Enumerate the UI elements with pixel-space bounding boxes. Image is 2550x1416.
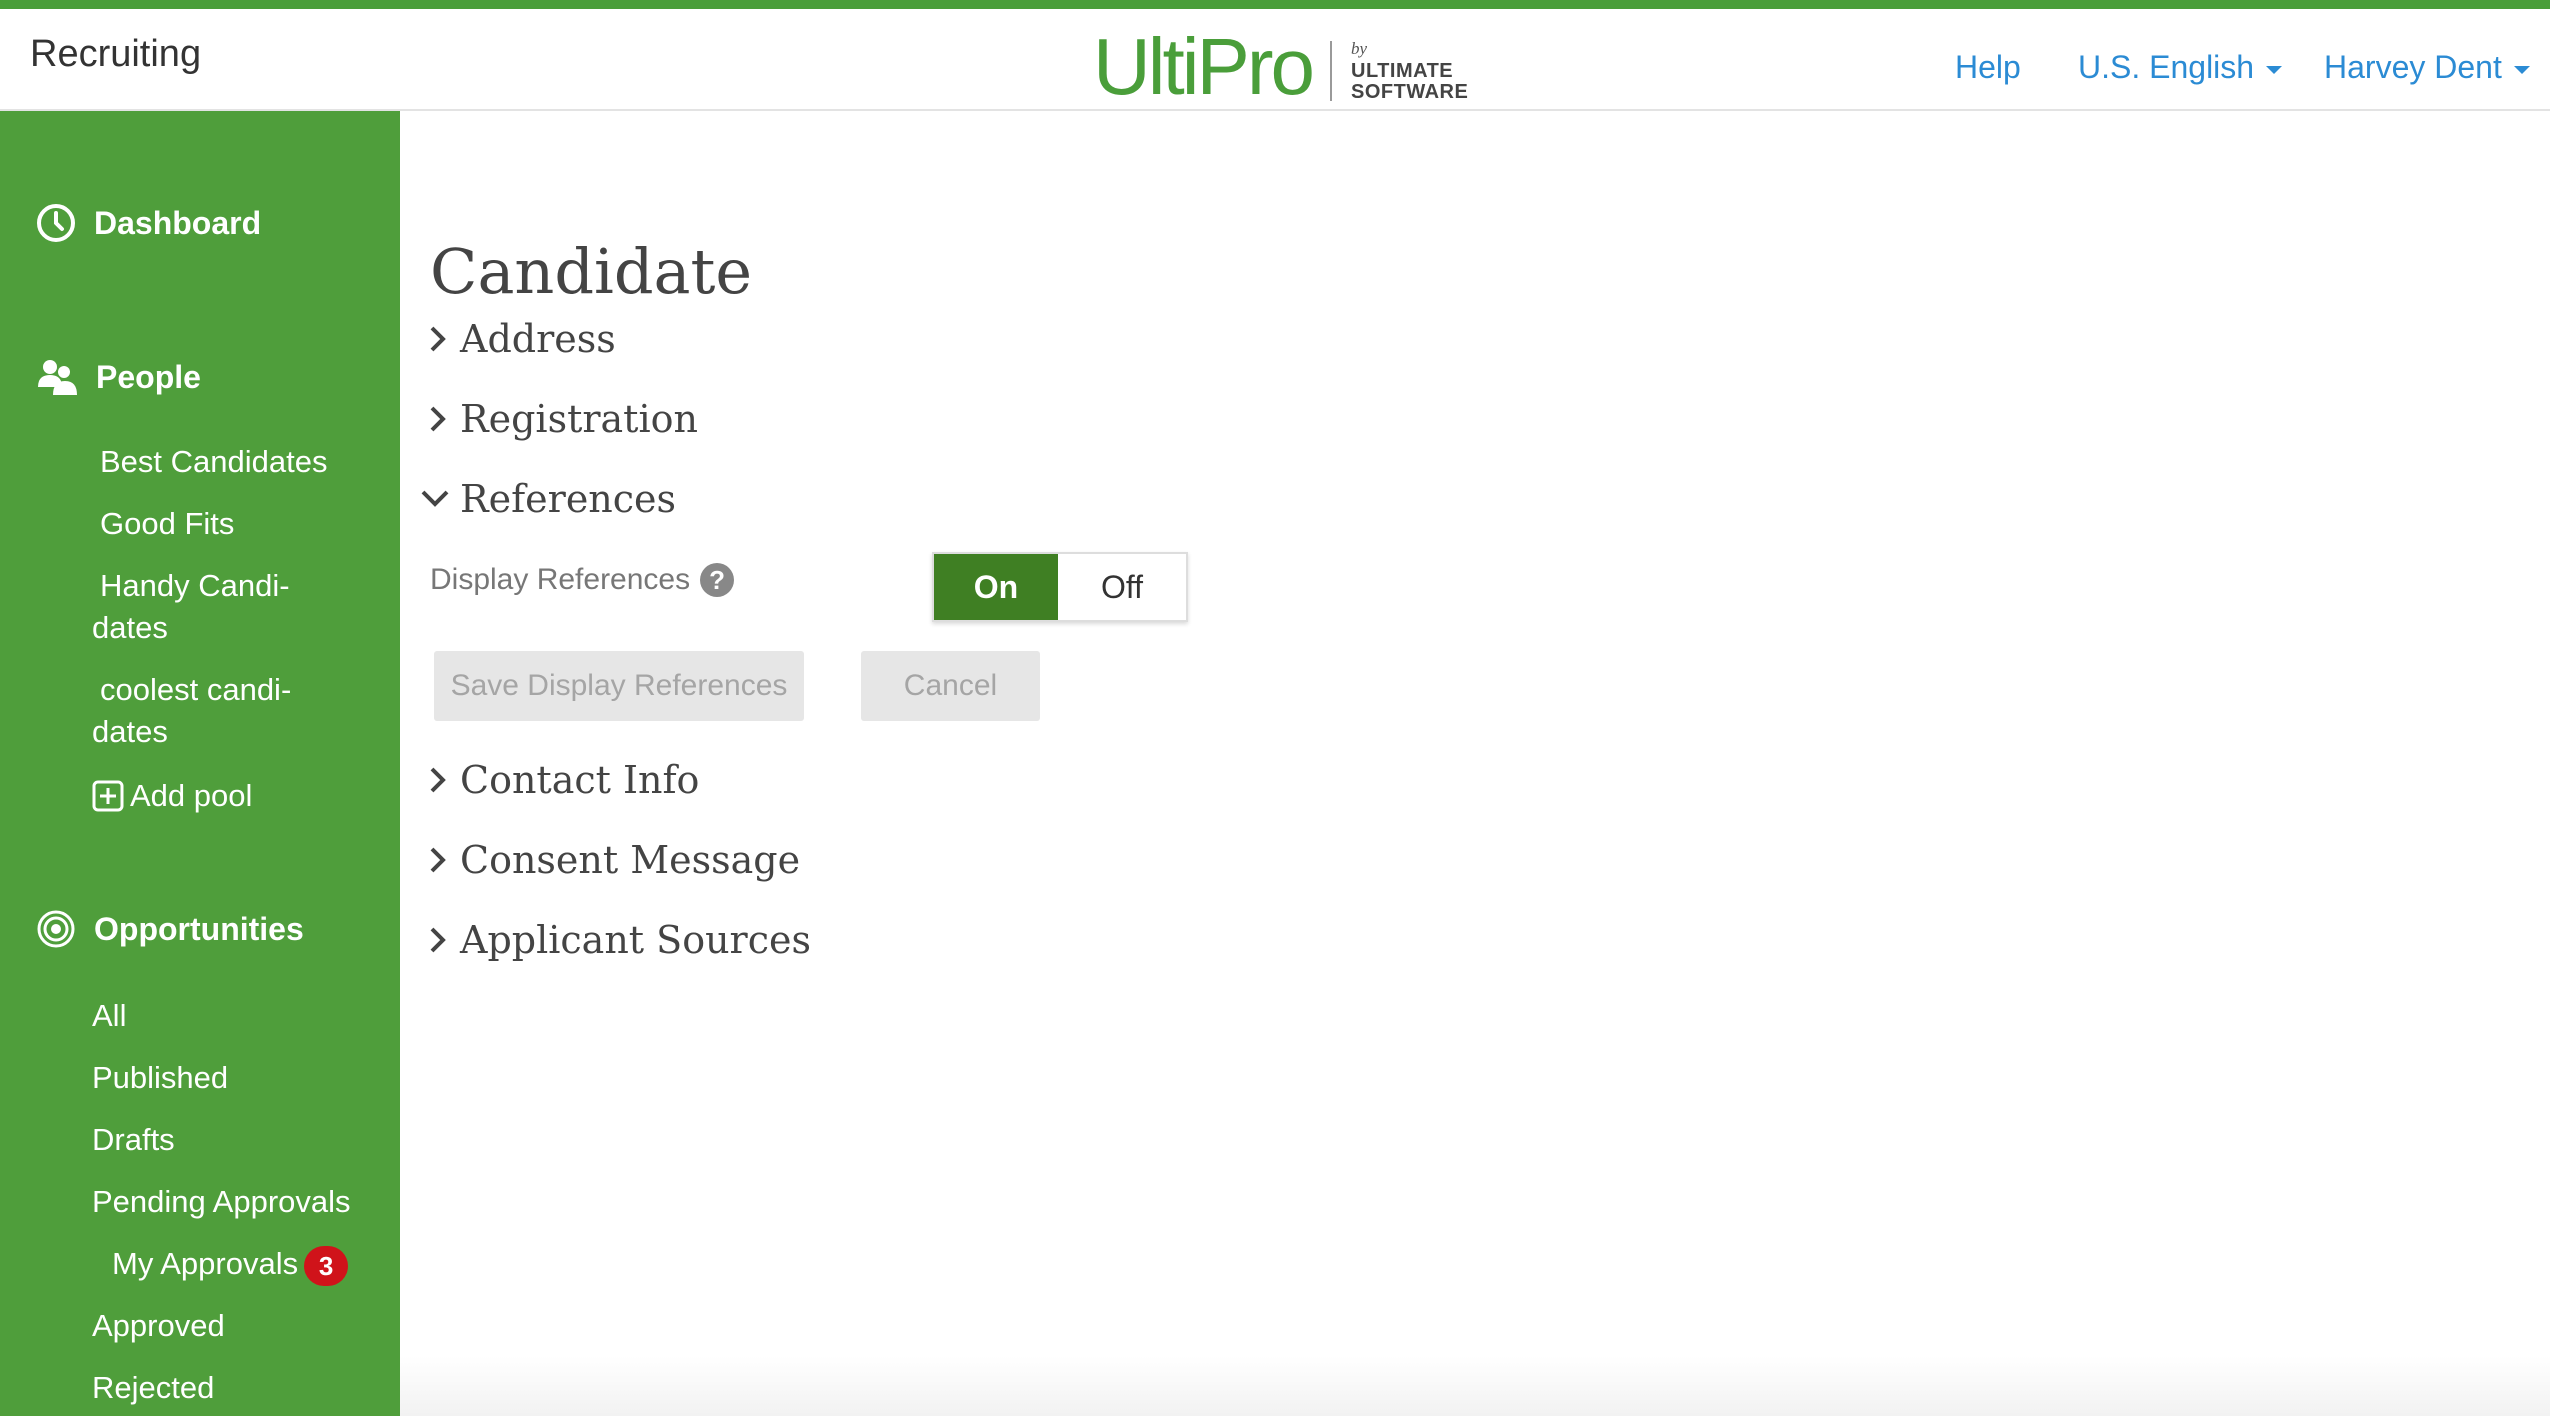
chevron-right-icon (430, 767, 446, 793)
display-references-label: Display References ? (430, 563, 735, 597)
sidebar: Dashboard People Best Candidates Good Fi… (0, 111, 400, 1416)
top-accent-bar (0, 0, 2550, 9)
page-title: Candidate (430, 235, 753, 308)
section-registration-label: Registration (460, 397, 698, 441)
chevron-right-icon (430, 927, 446, 953)
section-contact-info-label: Contact Info (460, 758, 700, 802)
plus-square-icon (92, 780, 124, 812)
people-icon (38, 360, 77, 395)
display-references-toggle[interactable]: On Off (932, 552, 1188, 622)
logo-company-name: ULTIMATE SOFTWARE (1351, 60, 1469, 103)
add-pool-button[interactable]: Add pool (92, 775, 252, 817)
sidebar-item-published[interactable]: Published (92, 1057, 228, 1099)
my-approvals-label: My Approvals (112, 1246, 299, 1281)
section-references[interactable]: References (420, 477, 676, 521)
section-consent-message[interactable]: Consent Message (426, 838, 800, 882)
sidebar-item-approved[interactable]: Approved (92, 1305, 225, 1347)
add-pool-label: Add pool (130, 778, 253, 813)
sidebar-item-handy-candidates[interactable]: Handy Candi- dates (92, 565, 290, 649)
language-dropdown[interactable]: U.S. English (2078, 49, 2283, 86)
question-help-icon[interactable]: ? (700, 563, 735, 597)
target-icon (37, 910, 75, 948)
sidebar-item-best-candidates[interactable]: Best Candidates (100, 441, 327, 483)
chevron-right-icon (430, 326, 446, 352)
cancel-button[interactable]: Cancel (861, 651, 1040, 721)
toggle-on-option[interactable]: On (934, 554, 1058, 620)
section-address-label: Address (460, 317, 616, 361)
chevron-down-icon (421, 490, 449, 507)
approvals-count-badge: 3 (304, 1245, 349, 1286)
logo-divider (1330, 41, 1332, 101)
section-registration[interactable]: Registration (426, 397, 698, 441)
nav-dashboard[interactable]: Dashboard (36, 203, 261, 243)
sidebar-item-good-fits[interactable]: Good Fits (100, 503, 234, 545)
chevron-right-icon (430, 847, 446, 873)
chevron-down-icon (2266, 65, 2283, 74)
sidebar-item-drafts[interactable]: Drafts (92, 1119, 175, 1161)
main-content: Candidate Address Registration Reference… (400, 111, 2550, 1416)
nav-people[interactable]: People (36, 357, 201, 397)
chevron-down-icon (2513, 65, 2530, 74)
help-link[interactable]: Help (1955, 49, 2021, 86)
sidebar-item-coolest-candidates[interactable]: coolest candi- dates (92, 669, 291, 753)
app-title: Recruiting (30, 33, 202, 75)
user-menu-dropdown[interactable]: Harvey Dent (2324, 49, 2530, 86)
dashboard-clock-icon (37, 204, 75, 242)
header-bar: Recruiting UltiPro by ULTIMATE SOFTWARE … (0, 9, 2550, 111)
nav-opportunities-label: Opportunities (94, 910, 304, 947)
sidebar-item-pending-approvals[interactable]: Pending Approvals (92, 1181, 351, 1223)
nav-people-label: People (96, 358, 201, 395)
section-applicant-sources-label: Applicant Sources (460, 918, 811, 962)
bottom-fade (400, 1356, 2550, 1416)
nav-opportunities[interactable]: Opportunities (36, 909, 304, 949)
logo-wordmark: UltiPro (1093, 22, 1315, 111)
chevron-right-icon (430, 406, 446, 432)
section-contact-info[interactable]: Contact Info (426, 758, 699, 802)
section-references-label: References (460, 477, 677, 521)
sidebar-item-my-approvals[interactable]: My Approvals 3 (112, 1243, 349, 1286)
section-address[interactable]: Address (426, 317, 616, 361)
section-consent-message-label: Consent Message (460, 838, 801, 882)
save-display-references-button[interactable]: Save Display References (434, 651, 804, 721)
logo-by-text: by (1351, 39, 1368, 58)
section-applicant-sources[interactable]: Applicant Sources (426, 918, 811, 962)
sidebar-item-rejected[interactable]: Rejected (92, 1367, 214, 1409)
toggle-off-option[interactable]: Off (1058, 554, 1186, 620)
nav-dashboard-label: Dashboard (94, 204, 262, 241)
sidebar-item-all[interactable]: All (92, 995, 126, 1037)
